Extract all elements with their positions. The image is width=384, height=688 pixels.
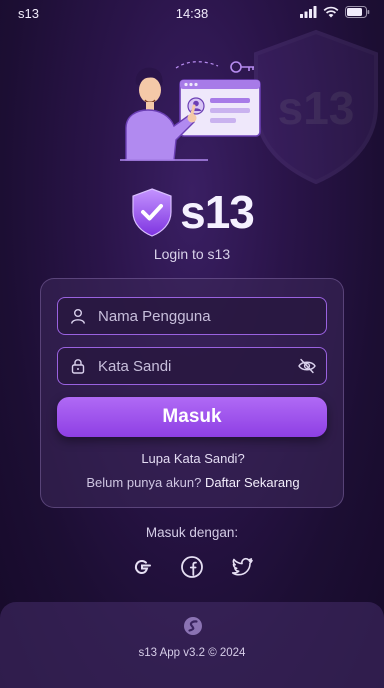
username-field[interactable] (57, 297, 327, 335)
google-login-button[interactable] (129, 554, 155, 580)
battery-icon (345, 6, 370, 18)
twitter-icon (231, 557, 253, 576)
password-field[interactable] (57, 347, 327, 385)
lock-icon (71, 359, 85, 374)
signal-icon (300, 6, 317, 18)
footer: s13 App v3.2 © 2024 (0, 602, 384, 688)
register-link[interactable]: Daftar Sekarang (205, 475, 300, 490)
login-subtitle: Login to s13 (153, 246, 231, 262)
register-prompt: Belum punya akun? (86, 475, 202, 490)
login-illustration (118, 56, 268, 168)
register-prompt-line: Belum punya akun? Daftar Sekarang (41, 475, 345, 490)
login-card: Masuk Lupa Kata Sandi? Belum punya akun?… (40, 278, 344, 508)
username-input[interactable] (98, 307, 288, 325)
status-icons (300, 6, 370, 18)
eye-off-icon[interactable] (298, 358, 316, 374)
login-button[interactable]: Masuk (57, 397, 327, 437)
facebook-icon (181, 556, 203, 578)
key-icon (230, 61, 254, 73)
twitter-login-button[interactable] (229, 554, 255, 580)
google-icon (134, 560, 151, 575)
shield-check-icon (132, 188, 172, 237)
social-login-label: Masuk dengan: (145, 525, 239, 540)
user-icon (71, 309, 85, 324)
forgot-password-link[interactable]: Lupa Kata Sandi? (41, 451, 345, 466)
watermark-text: s13 (278, 82, 355, 134)
brand-logo: s13 (0, 186, 384, 238)
status-bar: s13 14:38 (0, 0, 384, 28)
facebook-login-button[interactable] (179, 554, 205, 580)
wifi-icon (323, 6, 339, 18)
brand-name: s13 (180, 186, 255, 238)
social-login-buttons (0, 554, 384, 580)
password-input[interactable] (98, 357, 288, 375)
version-text: s13 App v3.2 © 2024 (138, 647, 246, 659)
app-logo-icon (184, 617, 202, 635)
